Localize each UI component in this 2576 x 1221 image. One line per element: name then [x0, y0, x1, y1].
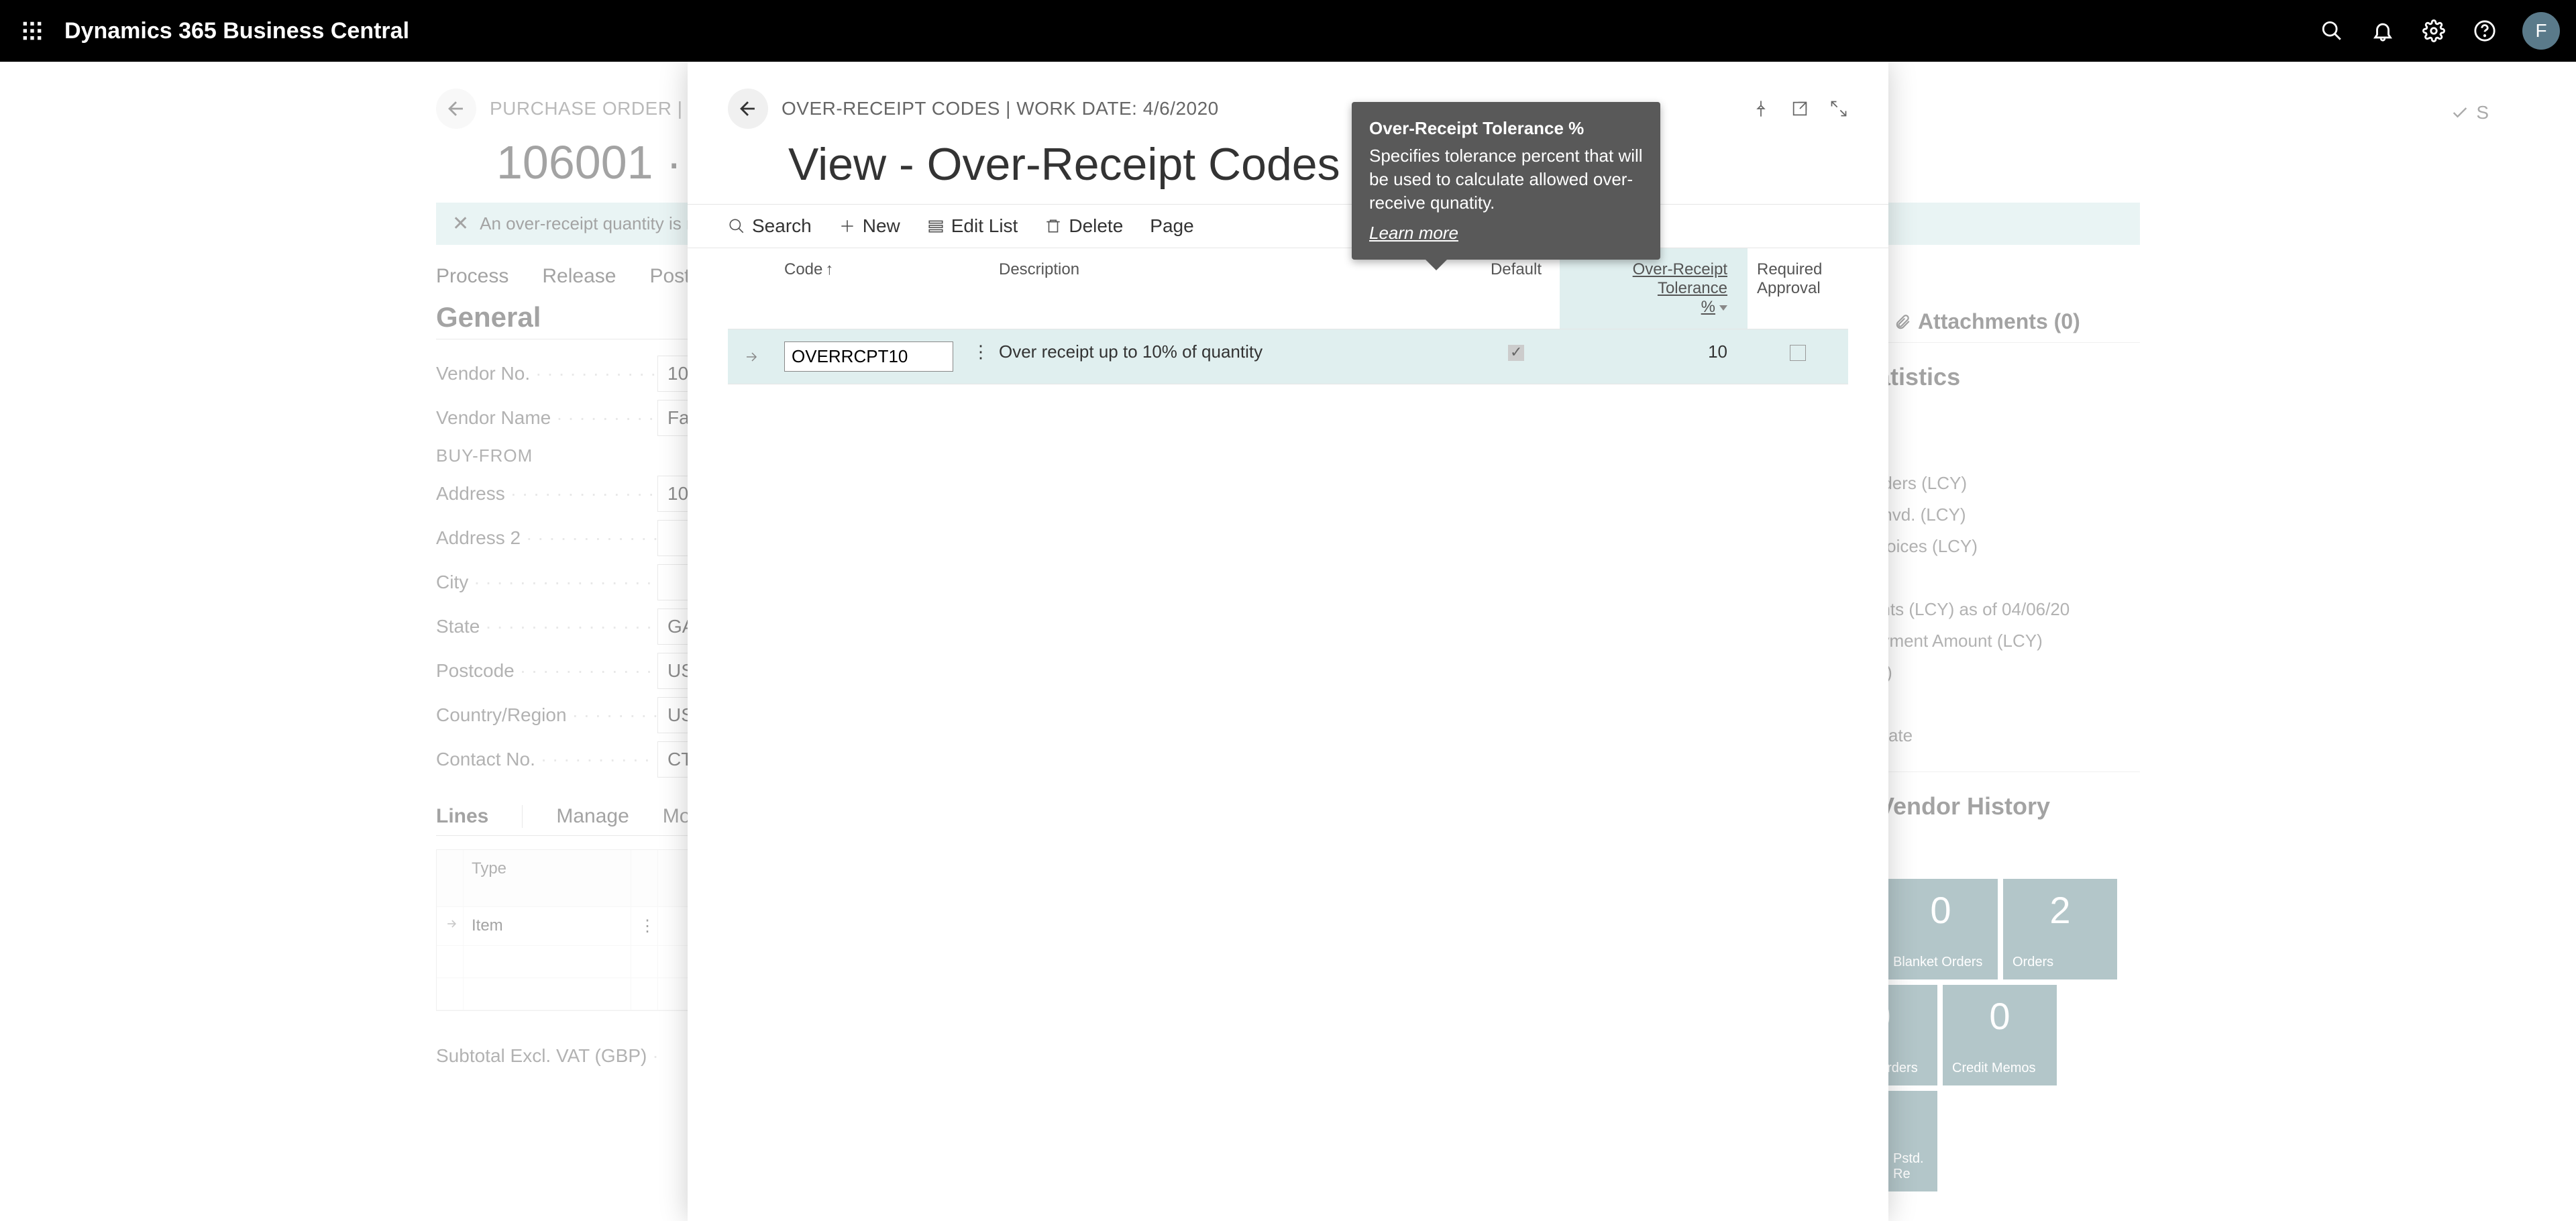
mg-col-indicator — [728, 248, 775, 329]
mg-row-indicator[interactable] — [728, 329, 775, 384]
mg-row-default-checkbox[interactable] — [1472, 329, 1560, 384]
mg-col-default[interactable]: Default — [1472, 248, 1560, 329]
modal-pin-icon[interactable] — [1752, 99, 1770, 118]
tooltip-title: Over-Receipt Tolerance % — [1369, 117, 1643, 140]
modal-expand-icon[interactable] — [1829, 99, 1848, 118]
mg-row[interactable]: ⋮ Over receipt up to 10% of quantity 10 — [728, 329, 1848, 384]
modal-page-button[interactable]: Page — [1150, 215, 1193, 237]
mg-row-tolerance[interactable]: 10 — [1560, 329, 1748, 384]
mg-row-description[interactable]: Over receipt up to 10% of quantity — [989, 329, 1472, 384]
brand-title: Dynamics 365 Business Central — [64, 18, 409, 44]
tooltip-learn-more-link[interactable]: Learn more — [1369, 221, 1458, 245]
modal-back-button[interactable] — [728, 89, 768, 129]
modal-popout-icon[interactable] — [1790, 99, 1809, 118]
notifications-icon[interactable] — [2369, 17, 2396, 44]
mg-col-code[interactable]: Code↑ — [775, 248, 963, 329]
search-icon[interactable] — [2318, 17, 2345, 44]
over-receipt-codes-dialog: OVER-RECEIPT CODES | WORK DATE: 4/6/2020… — [688, 62, 1888, 1221]
mg-row-code-cell[interactable] — [775, 329, 963, 384]
mg-col-menu-gap — [963, 248, 989, 329]
modal-breadcrumb: OVER-RECEIPT CODES | WORK DATE: 4/6/2020 — [782, 98, 1219, 119]
modal-new-button[interactable]: New — [839, 215, 900, 237]
tooltip-body: Specifies tolerance percent that will be… — [1369, 144, 1643, 215]
modal-title: View - Over-Receipt Codes — [788, 138, 1848, 191]
help-icon[interactable] — [2471, 17, 2498, 44]
mg-col-description[interactable]: Description — [989, 248, 1472, 329]
modal-search-button[interactable]: Search — [728, 215, 812, 237]
modal-edit-list-button[interactable]: Edit List — [927, 215, 1018, 237]
mg-row-required-checkbox[interactable] — [1748, 329, 1848, 384]
mg-col-required-approval[interactable]: Required Approval — [1748, 248, 1848, 329]
mg-row-menu[interactable]: ⋮ — [963, 329, 989, 384]
tolerance-tooltip: Over-Receipt Tolerance % Specifies toler… — [1352, 102, 1660, 260]
modal-delete-button[interactable]: Delete — [1044, 215, 1123, 237]
settings-icon[interactable] — [2420, 17, 2447, 44]
mg-code-input[interactable] — [784, 341, 953, 372]
mg-col-tolerance[interactable]: Over-Receipt Tolerance % — [1560, 248, 1748, 329]
app-launcher-icon[interactable] — [16, 15, 48, 47]
user-avatar[interactable]: F — [2522, 12, 2560, 50]
